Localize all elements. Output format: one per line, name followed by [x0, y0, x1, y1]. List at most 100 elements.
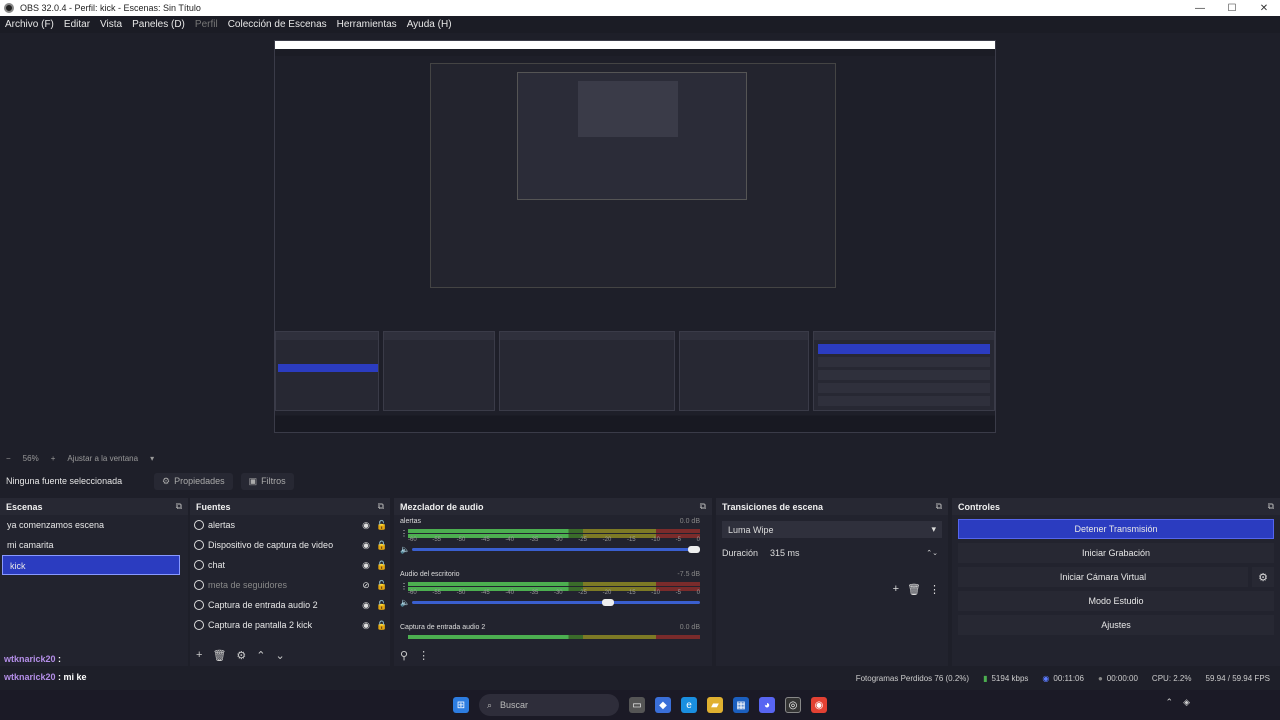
undock-icon[interactable]: ⧉: [700, 501, 706, 512]
menu-bar: Archivo (F) Editar Vista Paneles (D) Per…: [0, 16, 1280, 33]
source-item[interactable]: meta de seguidores ⊘ 🔓: [190, 575, 390, 595]
source-item[interactable]: chat ◉ 🔒: [190, 555, 390, 575]
virtual-cam-row: Iniciar Cámara Virtual ⚙: [958, 567, 1274, 587]
maximize-button[interactable]: ☐: [1216, 3, 1248, 14]
mixer-title: Mezclador de audio: [400, 501, 484, 512]
stop-stream-button[interactable]: Detener Transmisión: [958, 519, 1274, 539]
eye-icon[interactable]: ◉: [358, 520, 374, 531]
add-source-icon[interactable]: +: [196, 649, 202, 661]
speaker-icon[interactable]: 🔈: [400, 545, 410, 554]
menu-scene-collection[interactable]: Colección de Escenas: [223, 19, 332, 30]
volume-slider-handle[interactable]: [688, 546, 700, 553]
undock-icon[interactable]: ⧉: [176, 501, 182, 512]
start-recording-button[interactable]: Iniciar Grabación: [958, 543, 1274, 563]
track-menu-icon[interactable]: ⋮: [400, 582, 408, 591]
mixer-menu-icon[interactable]: ⋮: [418, 649, 429, 662]
mixer-settings-icon[interactable]: ⚲: [400, 649, 408, 662]
lock-icon[interactable]: 🔒: [374, 620, 390, 631]
unlock-icon[interactable]: 🔓: [374, 600, 390, 611]
camera-icon: [194, 540, 204, 550]
source-item[interactable]: alertas ◉ 🔓: [190, 515, 390, 535]
windows-start-icon[interactable]: ⊞: [453, 697, 469, 713]
zoom-fit-label[interactable]: Ajustar a la ventana: [67, 454, 138, 463]
eye-icon[interactable]: ◉: [358, 560, 374, 571]
zoom-dropdown-icon[interactable]: ▾: [150, 454, 154, 463]
folder-icon[interactable]: ▰: [707, 697, 723, 713]
undock-icon[interactable]: ⧉: [1268, 501, 1274, 512]
scene-item[interactable]: ya comenzamos escena: [0, 515, 188, 535]
preview-area[interactable]: [0, 33, 1280, 451]
menu-tools[interactable]: Herramientas: [332, 19, 402, 30]
transition-menu-icon[interactable]: ⋮: [929, 583, 940, 596]
add-transition-icon[interactable]: +: [893, 583, 899, 596]
discord-icon[interactable]: ◕: [759, 697, 775, 713]
preview-canvas[interactable]: [274, 40, 996, 433]
copilot-icon[interactable]: ◆: [655, 697, 671, 713]
scene-item[interactable]: mi camarita: [0, 535, 188, 555]
stepper-icon[interactable]: ⌃⌄: [926, 549, 938, 557]
source-item[interactable]: Captura de pantalla 2 kick ◉ 🔒: [190, 615, 390, 635]
audio-meter: [408, 635, 700, 639]
store-icon[interactable]: ▦: [733, 697, 749, 713]
duration-row: Duración 315 ms ⌃⌄: [722, 544, 942, 561]
gear-icon[interactable]: ⚙: [236, 649, 246, 662]
menu-profile[interactable]: Perfil: [190, 19, 223, 30]
settings-button[interactable]: Ajustes: [958, 615, 1274, 635]
obs-taskbar-icon[interactable]: ◎: [785, 697, 801, 713]
scene-item-selected[interactable]: kick: [2, 555, 180, 575]
eye-icon[interactable]: ◉: [358, 540, 374, 551]
lock-icon[interactable]: 🔒: [374, 540, 390, 551]
duration-input[interactable]: 315 ms ⌃⌄: [766, 544, 942, 561]
close-button[interactable]: ✕: [1248, 3, 1280, 14]
eye-hidden-icon[interactable]: ⊘: [358, 580, 374, 591]
audio-meter: [408, 582, 700, 586]
menu-help[interactable]: Ayuda (H): [402, 19, 457, 30]
start-virtual-cam-button[interactable]: Iniciar Cámara Virtual: [958, 567, 1248, 587]
volume-slider[interactable]: [412, 548, 700, 551]
source-item[interactable]: Dispositivo de captura de video ◉ 🔒: [190, 535, 390, 555]
move-down-icon[interactable]: ⌄: [276, 649, 285, 662]
edge-icon[interactable]: e: [681, 697, 697, 713]
task-view-icon[interactable]: ▭: [629, 697, 645, 713]
nested-preview-3: [578, 81, 678, 137]
trash-icon[interactable]: 🗑: [212, 649, 226, 662]
chat-message: wtknarick20 :: [4, 654, 62, 664]
move-up-icon[interactable]: ⌃: [256, 649, 265, 662]
virtual-cam-settings-icon[interactable]: ⚙: [1252, 567, 1274, 587]
chat-user: wtknarick20: [4, 654, 56, 664]
eye-icon[interactable]: ◉: [358, 600, 374, 611]
trash-icon[interactable]: 🗑: [907, 583, 921, 596]
menu-edit[interactable]: Editar: [59, 19, 95, 30]
taskbar-search[interactable]: ⌕ Buscar: [479, 694, 619, 716]
record-time-group: ● 00:00:00: [1098, 674, 1138, 683]
menu-file[interactable]: Archivo (F): [0, 19, 59, 30]
eye-icon[interactable]: ◉: [358, 620, 374, 631]
network-icon[interactable]: ◈: [1183, 697, 1190, 708]
zoom-in-button[interactable]: +: [51, 454, 56, 463]
volume-slider-handle[interactable]: [601, 599, 614, 606]
record-icon: ●: [1097, 673, 1103, 683]
volume-slider[interactable]: [412, 601, 700, 604]
sources-title: Fuentes: [196, 501, 231, 512]
speaker-icon[interactable]: 🔈: [400, 598, 410, 607]
menu-docks[interactable]: Paneles (D): [127, 19, 190, 30]
unlock-icon[interactable]: 🔓: [374, 580, 390, 591]
source-item[interactable]: Captura de entrada audio 2 ◉ 🔓: [190, 595, 390, 615]
unlock-icon[interactable]: 🔓: [374, 520, 390, 531]
studio-mode-button[interactable]: Modo Estudio: [958, 591, 1274, 611]
menu-view[interactable]: Vista: [95, 19, 127, 30]
undock-icon[interactable]: ⧉: [936, 501, 942, 512]
transition-select[interactable]: Luma Wipe ▾: [722, 521, 942, 538]
undock-icon[interactable]: ⧉: [378, 501, 384, 512]
chrome-icon[interactable]: ◉: [811, 697, 827, 713]
zoom-out-button[interactable]: −: [6, 454, 11, 463]
properties-button[interactable]: ⚙ Propiedades: [154, 472, 233, 490]
browser-icon: [194, 580, 204, 590]
chat-message: wtknarick20 : mi ke: [4, 672, 87, 682]
minimize-button[interactable]: —: [1184, 3, 1216, 14]
lock-icon[interactable]: 🔒: [374, 560, 390, 571]
filters-button[interactable]: ▣ Filtros: [240, 472, 294, 490]
mixer-track: alertas 0.0 dB ⋮ -60 -55 -50 -45 -40 -35 -30 -2…: [394, 515, 712, 568]
chevron-up-icon[interactable]: ⌃: [1166, 697, 1174, 708]
track-menu-icon[interactable]: ⋮: [400, 529, 408, 538]
